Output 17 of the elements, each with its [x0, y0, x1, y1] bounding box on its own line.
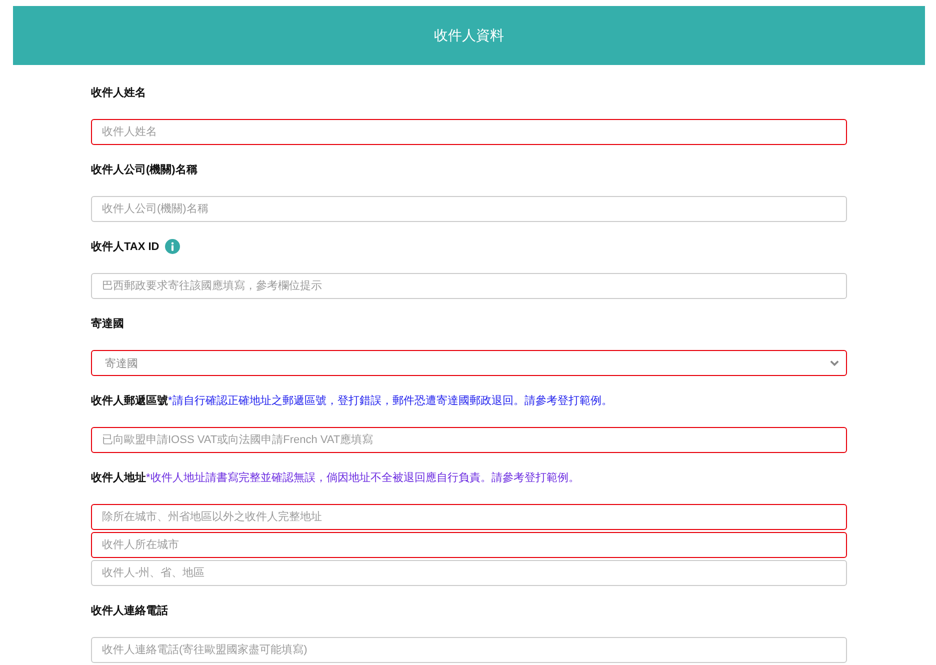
- info-icon[interactable]: [165, 238, 180, 254]
- field-label: 寄達國: [91, 316, 124, 330]
- field-label: 收件人TAX ID: [91, 240, 160, 254]
- input-field[interactable]: 收件人姓名: [91, 119, 847, 145]
- input-field[interactable]: 已向歐盟申請IOSS VAT或向法國申請French VAT應填寫: [91, 427, 847, 453]
- field-label: 收件人連絡電話: [91, 604, 168, 618]
- field-note: *請自行確認正確地址之郵遞區號，登打錯誤，郵件恐遭寄達國郵政退回。請參考登打範例。: [168, 394, 612, 408]
- field-label: 收件人郵遞區號: [91, 394, 168, 408]
- field-note: *收件人地址請書寫完整並確認無誤，倘因地址不全被退回應自行負責。請參考登打範例。: [146, 470, 580, 484]
- input-field[interactable]: 除所在城市、州省地區以外之收件人完整地址: [91, 504, 847, 530]
- header-title: 收件人資料: [434, 26, 504, 44]
- chevron-down-icon: [830, 360, 839, 366]
- input-field[interactable]: 收件人所在城市: [91, 532, 847, 558]
- field-label: 收件人公司(機關)名稱: [91, 162, 198, 176]
- field-label: 收件人地址: [91, 470, 146, 484]
- country-dropdown[interactable]: 寄達國: [91, 350, 847, 376]
- field-label: 收件人姓名: [91, 86, 146, 100]
